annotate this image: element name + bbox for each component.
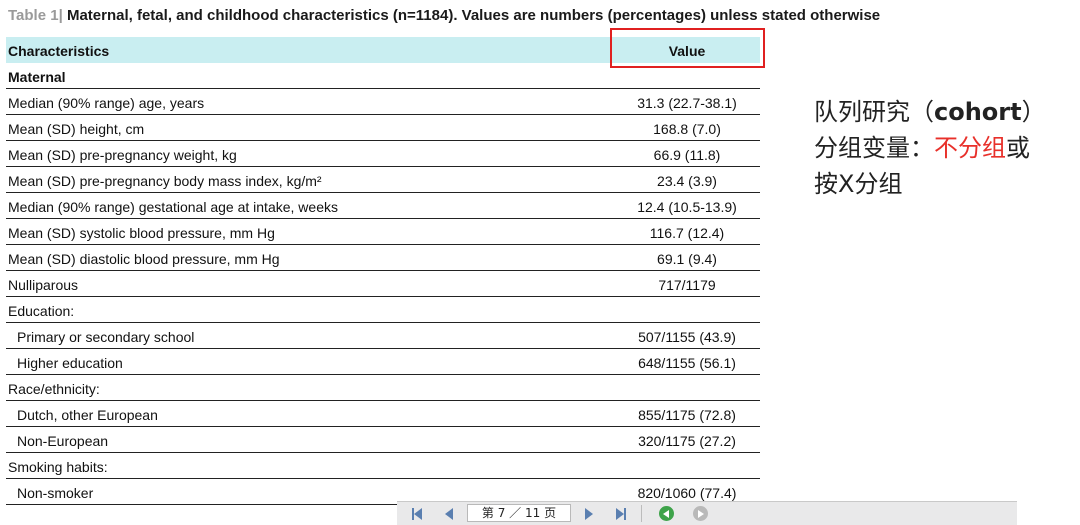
row-value: 69.1 (9.4) xyxy=(657,251,717,267)
table-row: Higher education 648/1155 (56.1) xyxy=(6,349,760,375)
table-title: Table 1| Maternal, fetal, and childhood … xyxy=(8,7,1068,24)
note-line-3: 按X分组 xyxy=(814,170,903,198)
row-label: Non-smoker xyxy=(17,485,94,501)
value-column-highlight xyxy=(610,28,765,68)
row-value: 648/1155 (56.1) xyxy=(638,355,736,371)
table-body: Maternal Median (90% range) age, years 31.… xyxy=(6,63,760,505)
table-row: Race/ethnicity: xyxy=(6,375,760,401)
row-label: Mean (SD) systolic blood pressure, mm Hg xyxy=(8,225,275,241)
table-row: Primary or secondary school 507/1155 (43.… xyxy=(6,323,760,349)
header-characteristics: Characteristics xyxy=(8,43,110,59)
table-row: Median (90% range) age, years 31.3 (22.7-… xyxy=(6,89,760,115)
forward-arrow-icon xyxy=(698,509,704,518)
row-value: 320/1175 (27.2) xyxy=(638,433,736,449)
row-label: Mean (SD) diastolic blood pressure, mm H… xyxy=(8,251,280,267)
table-row: Mean (SD) pre-pregnancy body mass index,… xyxy=(6,167,760,193)
table-row: Non-European 320/1175 (27.2) xyxy=(6,427,760,453)
table-row: Dutch, other European 855/1175 (72.8) xyxy=(6,401,760,427)
page-number-field[interactable]: 第 7 ／ 11 页 xyxy=(467,504,571,522)
table-row: Mean (SD) pre-pregnancy weight, kg 66.9 (… xyxy=(6,141,760,167)
table-row: Education: xyxy=(6,297,760,323)
table-row: Mean (SD) height, cm 168.8 (7.0) xyxy=(6,115,760,141)
note-highlight: 不分组 xyxy=(934,134,1006,162)
row-value: 717/1179 xyxy=(658,277,716,293)
row-value: 66.9 (11.8) xyxy=(653,147,721,163)
row-value: 820/1060 (77.4) xyxy=(637,485,737,501)
back-button[interactable] xyxy=(659,506,674,521)
row-label: Nulliparous xyxy=(8,277,79,293)
previous-page-icon xyxy=(445,507,453,520)
row-value: 855/1175 (72.8) xyxy=(638,407,736,423)
row-value: 12.4 (10.5-13.9) xyxy=(637,199,737,215)
next-page-button[interactable] xyxy=(581,506,597,521)
table-row: Median (90% range) gestational age at in… xyxy=(6,193,760,219)
forward-button[interactable] xyxy=(693,506,708,521)
last-page-button[interactable] xyxy=(613,506,629,521)
row-label: Non-European xyxy=(17,433,109,449)
row-value: 116.7 (12.4) xyxy=(649,225,725,241)
table-row: Nulliparous 717/1179 xyxy=(6,271,760,297)
row-label: Median (90% range) gestational age at in… xyxy=(8,199,338,215)
toolbar-divider xyxy=(641,505,642,522)
page-navigation-bar: 第 7 ／ 11 页 xyxy=(397,501,1017,525)
row-value: 168.8 (7.0) xyxy=(653,121,721,137)
next-page-icon xyxy=(585,507,593,520)
row-label: Primary or secondary school xyxy=(17,329,195,345)
table-row: Mean (SD) systolic blood pressure, mm Hg… xyxy=(6,219,760,245)
row-value: 507/1155 (43.9) xyxy=(638,329,736,345)
row-label: Mean (SD) pre-pregnancy body mass index,… xyxy=(8,173,322,189)
note-line-2: 分组变量：不分组或 xyxy=(814,134,1030,162)
annotation-note: 队列研究（cohort） 分组变量：不分组或 按X分组 xyxy=(814,94,1080,202)
row-label: Mean (SD) height, cm xyxy=(8,121,145,137)
table-caption: Maternal, fetal, and childhood character… xyxy=(66,7,881,24)
row-label: Median (90% range) age, years xyxy=(8,95,205,111)
last-page-icon xyxy=(616,507,624,520)
table-row: Mean (SD) diastolic blood pressure, mm H… xyxy=(6,245,760,271)
row-label: Mean (SD) pre-pregnancy weight, kg xyxy=(8,147,237,163)
back-arrow-icon xyxy=(663,509,669,518)
row-label: Maternal xyxy=(8,69,66,85)
note-line-1: 队列研究（cohort） xyxy=(814,98,1046,126)
row-label: Higher education xyxy=(17,355,123,371)
table-row: Smoking habits: xyxy=(6,453,760,479)
row-label: Race/ethnicity: xyxy=(8,381,100,397)
row-value: 31.3 (22.7-38.1) xyxy=(637,95,737,111)
characteristics-table: Characteristics Value Maternal Median (90… xyxy=(6,37,760,505)
row-value: 23.4 (3.9) xyxy=(657,173,717,189)
first-page-button[interactable] xyxy=(409,506,425,521)
previous-page-button[interactable] xyxy=(441,506,457,521)
table-number: Table 1| xyxy=(8,7,63,24)
row-label: Education: xyxy=(8,303,75,319)
row-label: Dutch, other European xyxy=(17,407,158,423)
row-label: Smoking habits: xyxy=(8,459,108,475)
